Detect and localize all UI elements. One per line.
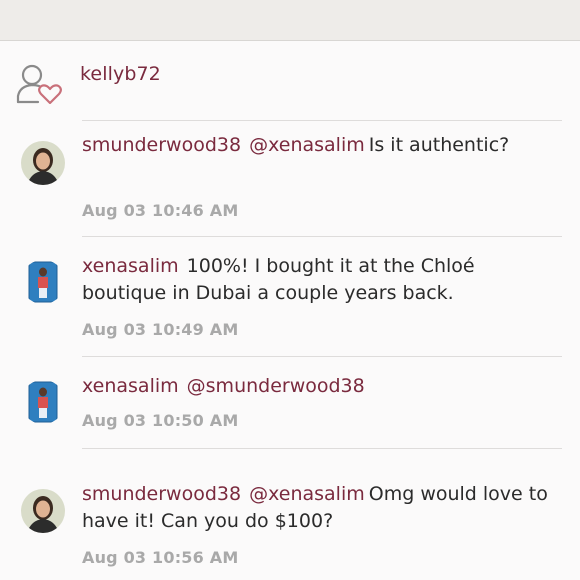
comment-mention[interactable]: @smunderwood38 (187, 375, 365, 397)
comment-text: xenasalim 100%! I bought it at the Chloé … (82, 253, 552, 307)
avatar[interactable] (21, 260, 65, 304)
top-bar (0, 0, 580, 41)
comment-username[interactable]: xenasalim (82, 375, 179, 397)
comment-mention[interactable]: @xenasalim (249, 483, 365, 505)
comment-username[interactable]: smunderwood38 (82, 134, 241, 156)
divider (82, 236, 562, 237)
liker-username[interactable]: kellyb72 (80, 63, 161, 85)
likes-row: kellyb72 (0, 56, 580, 106)
comment-username[interactable]: xenasalim (82, 255, 179, 277)
comment-text: xenasalim @smunderwood38 (82, 373, 552, 400)
comment-text: smunderwood38 @xenasalim Omg would love to… (82, 481, 552, 535)
divider (82, 120, 562, 121)
comment-mention[interactable]: @xenasalim (249, 134, 365, 156)
avatar[interactable] (21, 489, 65, 533)
avatar[interactable] (21, 141, 65, 185)
avatar[interactable] (21, 380, 65, 424)
divider (82, 356, 562, 357)
comment-text: smunderwood38 @xenasalim Is it authentic? (82, 132, 552, 159)
person-heart-icon (16, 62, 64, 105)
comment-username[interactable]: smunderwood38 (82, 483, 241, 505)
comment-timestamp: Aug 03 10:56 AM (82, 548, 239, 567)
divider (82, 448, 562, 449)
comment-timestamp: Aug 03 10:50 AM (82, 411, 239, 430)
comment-timestamp: Aug 03 10:46 AM (82, 201, 239, 220)
comment-timestamp: Aug 03 10:49 AM (82, 320, 239, 339)
comment-body: Is it authentic? (368, 134, 510, 156)
